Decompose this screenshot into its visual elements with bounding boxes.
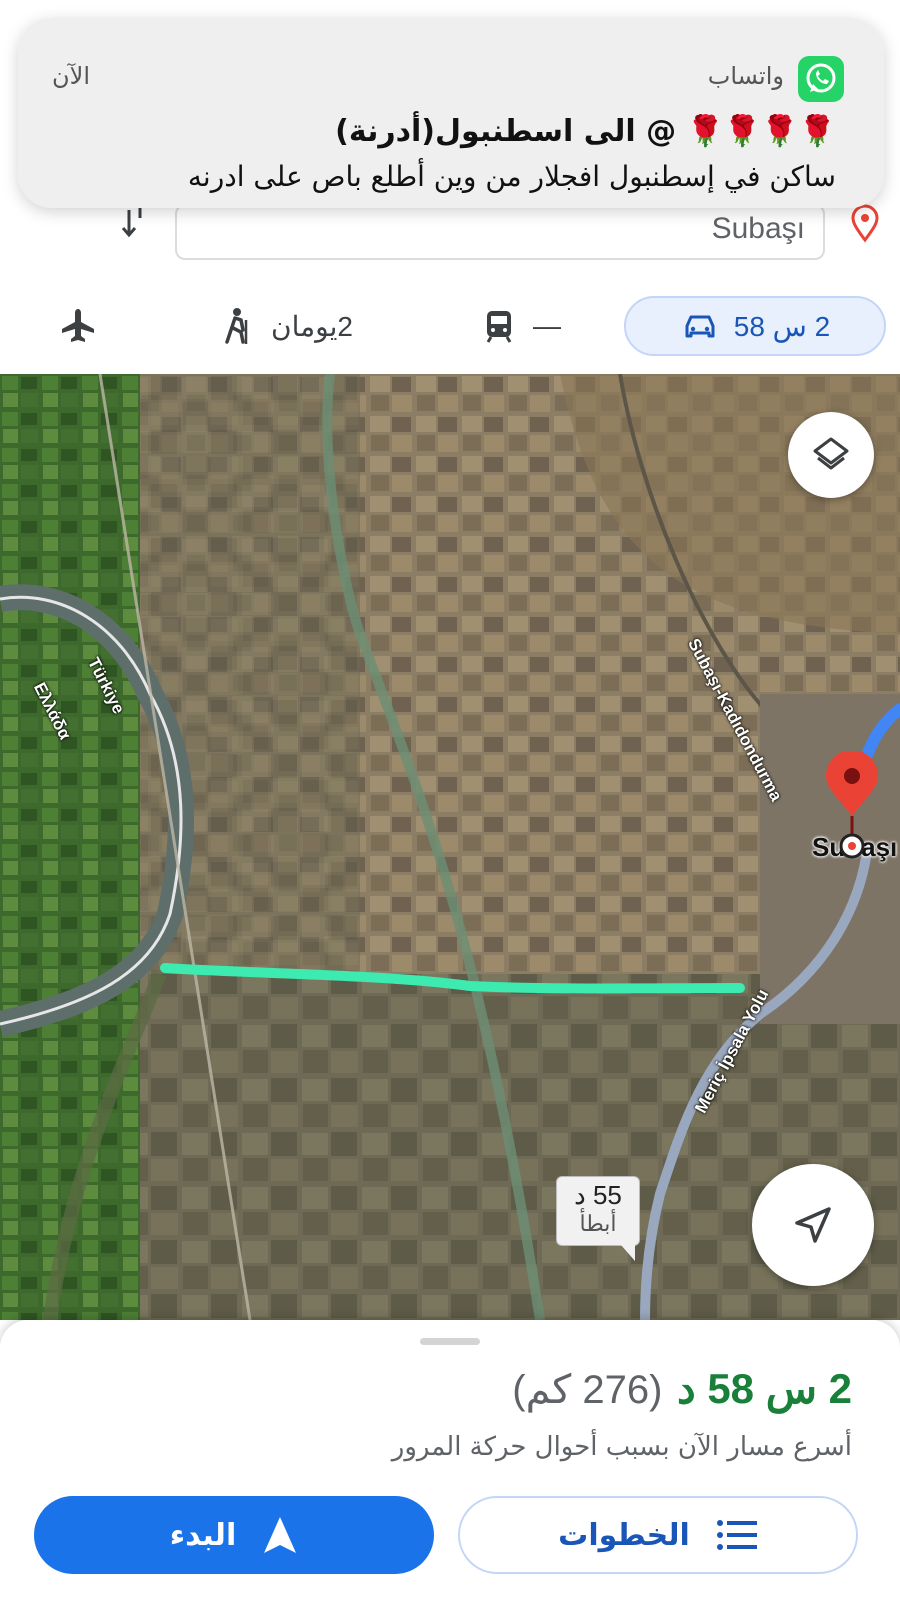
notification-title: 🌹🌹🌹🌹 @ الى اسطنبول(أدرنة) <box>335 114 836 149</box>
destination-field[interactable]: Subaşı <box>175 204 825 260</box>
tab-transit[interactable]: — <box>460 296 580 356</box>
route-time-value: 55 د <box>574 1180 622 1210</box>
walk-duration: 2يومان <box>271 310 353 342</box>
sheet-drag-handle[interactable] <box>420 1338 480 1345</box>
car-icon <box>685 315 715 338</box>
maps-directions-screen: Subaşı 2 س 58 — 2يومان Türkiye Ελλάδα Su… <box>0 0 900 1600</box>
drive-duration: 2 س 58 <box>733 310 831 342</box>
layers-button[interactable] <box>788 412 874 498</box>
tab-drive[interactable]: 2 س 58 <box>624 296 886 356</box>
tab-walk[interactable]: 2يومان <box>205 296 365 356</box>
my-location-button[interactable] <box>752 1164 874 1286</box>
start-button[interactable]: البدء <box>34 1496 434 1574</box>
train-icon <box>486 311 512 343</box>
notification-app-name: واتساب <box>707 62 784 90</box>
route-distance: (276 كم) <box>512 1368 663 1412</box>
start-button-label: البدء <box>169 1517 237 1553</box>
route-time-note: أبطأ <box>579 1211 617 1236</box>
steps-button[interactable]: الخطوات <box>458 1496 858 1574</box>
airplane-icon <box>62 309 94 342</box>
whatsapp-notification[interactable]: واتساب الآن 🌹🌹🌹🌹 @ الى اسطنبول(أدرنة) سا… <box>18 18 884 208</box>
satellite-imagery <box>0 374 900 1320</box>
whatsapp-icon <box>798 56 844 102</box>
route-time-bubble[interactable]: 55 د أبطأ <box>556 1176 640 1261</box>
steps-button-label: الخطوات <box>558 1517 690 1553</box>
tab-flight[interactable] <box>46 296 110 356</box>
list-icon <box>716 1520 757 1550</box>
destination-value: Subaşı <box>711 212 805 245</box>
navigation-start-icon <box>264 1517 297 1553</box>
notification-time: الآن <box>52 62 90 90</box>
travel-mode-bar: 2 س 58 — 2يومان <box>0 280 900 374</box>
map-view[interactable]: Türkiye Ελλάδα Subaşı-Kadıdondurma Meriç… <box>0 374 900 1320</box>
route-duration: 2 س 58 د <box>676 1365 852 1412</box>
transit-duration: — <box>533 310 561 341</box>
destination-pin-icon[interactable] <box>824 752 880 862</box>
location-pin-outline-icon <box>851 204 879 243</box>
route-summary: 2 س 58 د (276 كم) <box>512 1364 852 1413</box>
navigation-arrow-icon <box>795 1207 831 1243</box>
swap-arrows-icon[interactable] <box>118 206 154 242</box>
route-summary-sheet: 2 س 58 د (276 كم) أسرع مسار الآن بسبب أح… <box>0 1320 900 1600</box>
notification-body: ساكن في إسطنبول افجلار من وين أطلع باص ع… <box>187 160 836 193</box>
hiker-icon <box>225 308 248 344</box>
layers-icon <box>813 437 849 470</box>
route-note: أسرع مسار الآن بسبب أحوال حركة المرور <box>391 1432 852 1462</box>
